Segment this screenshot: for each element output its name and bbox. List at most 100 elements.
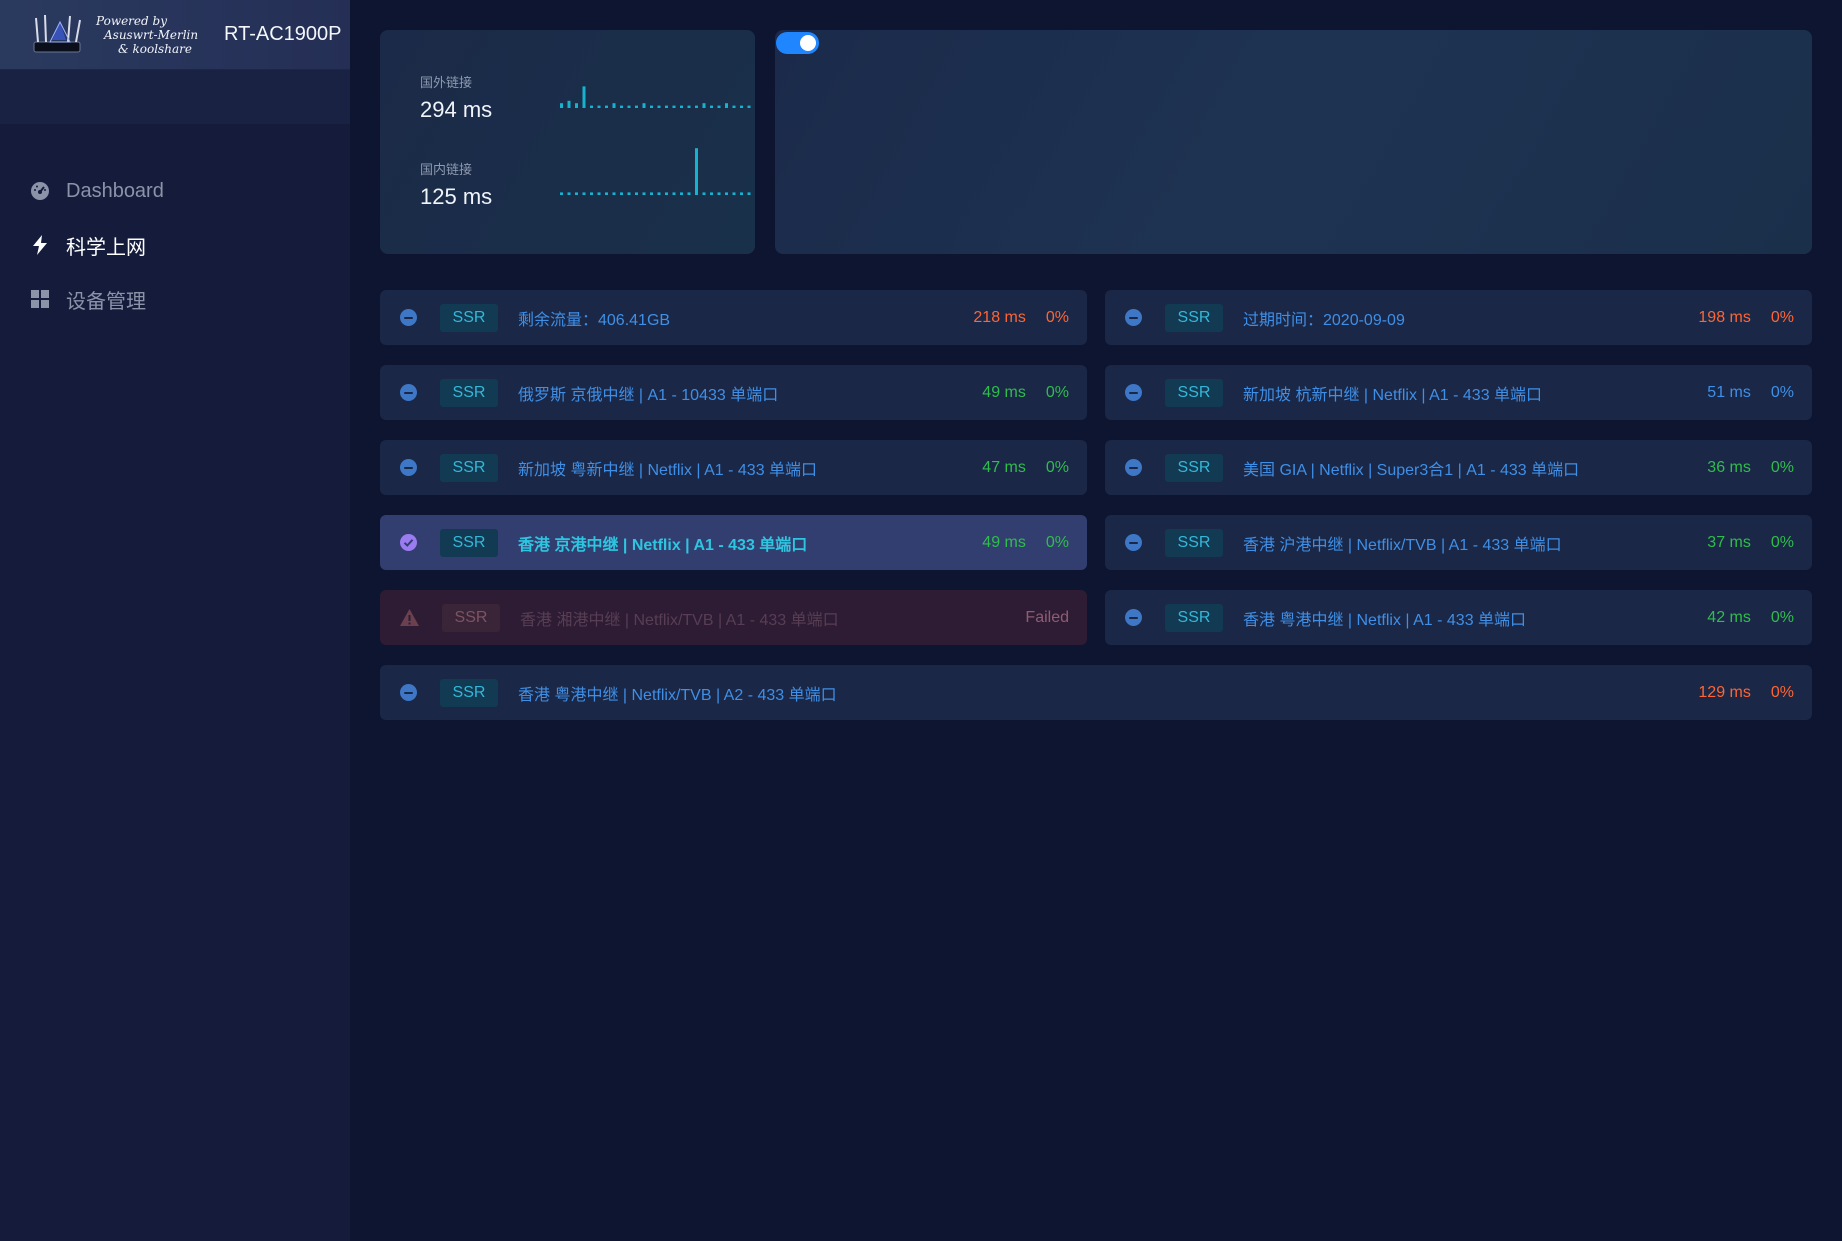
sparkline-bar xyxy=(725,103,728,108)
sparkline-bar xyxy=(680,105,683,108)
bolt-icon xyxy=(30,235,50,255)
server-name: 俄罗斯 京俄中继 | A1 - 10433 单端口 xyxy=(518,386,779,404)
sparkline-bar xyxy=(582,86,586,108)
foreign-latency-sparkline xyxy=(560,86,751,108)
sparkline-bar xyxy=(575,103,578,108)
proxy-toggle[interactable] xyxy=(776,32,819,54)
server-row[interactable]: SSR 香港 粤港中继 | Netflix/TVB | A2 - 433 单端口 1… xyxy=(380,665,1812,720)
check-circle-icon xyxy=(400,534,417,551)
powered-by-text: Powered by Asuswrt-Merlin & koolshare xyxy=(96,14,206,56)
server-name: 新加坡 粤新中继 | Netflix | A1 - 433 单端口 xyxy=(518,461,818,479)
sparkline-bar xyxy=(740,105,743,108)
brand-header: Powered by Asuswrt-Merlin & koolshare RT… xyxy=(0,0,350,70)
server-name: 过期时间：2020-09-09 xyxy=(1243,311,1405,329)
router-logo xyxy=(33,14,81,52)
sparkline-bar xyxy=(687,192,691,195)
toggle-knob xyxy=(800,35,816,51)
warning-icon xyxy=(400,609,419,626)
sparkline-bar xyxy=(605,105,608,108)
server-name: 剩余流量：406.41GB xyxy=(518,311,671,329)
sparkline-bar xyxy=(627,105,631,108)
sparkline-bar xyxy=(582,192,586,195)
sparkline-bar xyxy=(695,105,698,108)
sparkline-bar xyxy=(597,192,601,195)
server-ping: 51 ms xyxy=(1707,383,1751,401)
sparkline-bar xyxy=(627,192,631,195)
server-row[interactable]: SSR 香港 湘港中继 | Netflix/TVB | A1 - 433 单端口 F… xyxy=(380,590,1087,645)
server-name: 香港 粤港中继 | Netflix | A1 - 433 单端口 xyxy=(1243,611,1527,629)
sparkline-bar xyxy=(635,192,638,195)
sparkline-bar xyxy=(672,192,676,195)
minus-circle-icon xyxy=(400,684,417,701)
sparkline-bar xyxy=(665,192,668,195)
server-name: 香港 沪港中继 | Netflix/TVB | A1 - 433 单端口 xyxy=(1243,536,1562,554)
server-ping: 37 ms xyxy=(1707,533,1751,551)
minus-circle-icon xyxy=(1125,534,1142,551)
sparkline-bar xyxy=(575,192,578,195)
protocol-badge: SSR xyxy=(442,603,500,632)
server-row[interactable]: SSR 剩余流量：406.41GB 218 ms 0% xyxy=(380,290,1087,345)
minus-circle-icon xyxy=(1125,384,1142,401)
nav-item-devices[interactable]: 设备管理 xyxy=(0,272,350,326)
domestic-latency-sparkline xyxy=(560,148,751,195)
powered-line-3: & koolshare xyxy=(118,41,192,56)
nav-label-proxy: 科学上网 xyxy=(66,236,146,259)
server-ping: 36 ms xyxy=(1707,458,1751,476)
nav-item-dashboard[interactable]: Dashboard xyxy=(0,164,350,218)
protocol-badge: SSR xyxy=(1165,453,1223,482)
server-ping: 218 ms xyxy=(973,308,1026,326)
server-loss: 0% xyxy=(1770,683,1794,701)
server-name: 香港 粤港中继 | Netflix/TVB | A2 - 433 单端口 xyxy=(518,686,837,704)
server-name: 美国 GIA | Netflix | Super3合1 | A1 - 433 单… xyxy=(1243,461,1580,479)
sparkline-bar xyxy=(680,192,683,195)
sparkline-bar xyxy=(695,148,698,195)
server-ping: 49 ms xyxy=(982,533,1026,551)
sparkline-bar xyxy=(732,192,736,195)
sparkline-bar xyxy=(687,105,691,108)
sparkline-bar xyxy=(605,192,608,195)
server-name: 香港 湘港中继 | Netflix/TVB | A1 - 433 单端口 xyxy=(520,611,839,629)
server-row[interactable]: SSR 香港 沪港中继 | Netflix/TVB | A1 - 433 单端口 3… xyxy=(1105,515,1812,570)
protocol-badge: SSR xyxy=(1165,528,1223,557)
protocol-badge: SSR xyxy=(1165,378,1223,407)
sparkline-bar xyxy=(665,105,668,108)
sparkline-bar xyxy=(657,105,661,108)
server-row[interactable]: SSR 美国 GIA | Netflix | Super3合1 | A1 - 43… xyxy=(1105,440,1812,495)
server-row[interactable]: SSR 新加坡 粤新中继 | Netflix | A1 - 433 单端口 47 m… xyxy=(380,440,1087,495)
foreign-latency: 国外链接 294 ms xyxy=(420,72,751,123)
sparkline-bar xyxy=(560,103,563,108)
server-row[interactable]: SSR 香港 粤港中继 | Netflix | A1 - 433 单端口 42 ms… xyxy=(1105,590,1812,645)
sparkline-bar xyxy=(747,192,751,195)
server-row[interactable]: SSR 香港 京港中继 | Netflix | A1 - 433 单端口 49 ms… xyxy=(380,515,1087,570)
minus-circle-icon xyxy=(400,384,417,401)
brand-subbar xyxy=(0,70,350,124)
minus-circle-icon xyxy=(1125,609,1142,626)
latency-card: 国外链接 294 ms 国内链接 125 ms xyxy=(380,30,755,254)
minus-circle-icon xyxy=(1125,459,1142,476)
server-row[interactable]: SSR 俄罗斯 京俄中继 | A1 - 10433 单端口 49 ms 0% xyxy=(380,365,1087,420)
protocol-badge: SSR xyxy=(440,303,498,332)
server-name: 新加坡 杭新中继 | Netflix | A1 - 433 单端口 xyxy=(1243,386,1543,404)
minus-circle-icon xyxy=(1125,309,1142,326)
sparkline-bar xyxy=(642,103,646,108)
server-row[interactable]: SSR 新加坡 杭新中继 | Netflix | A1 - 433 单端口 51 m… xyxy=(1105,365,1812,420)
protocol-badge: SSR xyxy=(440,378,498,407)
minus-circle-icon xyxy=(400,459,417,476)
server-row[interactable]: SSR 过期时间：2020-09-09 198 ms 0% xyxy=(1105,290,1812,345)
sparkline-bar xyxy=(710,105,713,108)
sparkline-bar xyxy=(590,192,593,195)
nav-item-proxy[interactable]: 科学上网 xyxy=(0,218,350,272)
protocol-badge: SSR xyxy=(440,678,498,707)
sparkline-bar xyxy=(650,105,653,108)
server-loss: 0% xyxy=(1045,533,1069,551)
protocol-badge: SSR xyxy=(440,528,498,557)
sparkline-bar xyxy=(612,192,616,195)
server-ping: 198 ms xyxy=(1698,308,1751,326)
server-loss: 0% xyxy=(1770,383,1794,401)
sparkline-bar xyxy=(747,105,751,108)
sparkline-bar xyxy=(567,192,571,195)
protocol-badge: SSR xyxy=(1165,603,1223,632)
sparkline-bar xyxy=(560,192,563,195)
map-card xyxy=(775,30,1812,254)
router-model: RT-AC1900P xyxy=(224,23,342,45)
